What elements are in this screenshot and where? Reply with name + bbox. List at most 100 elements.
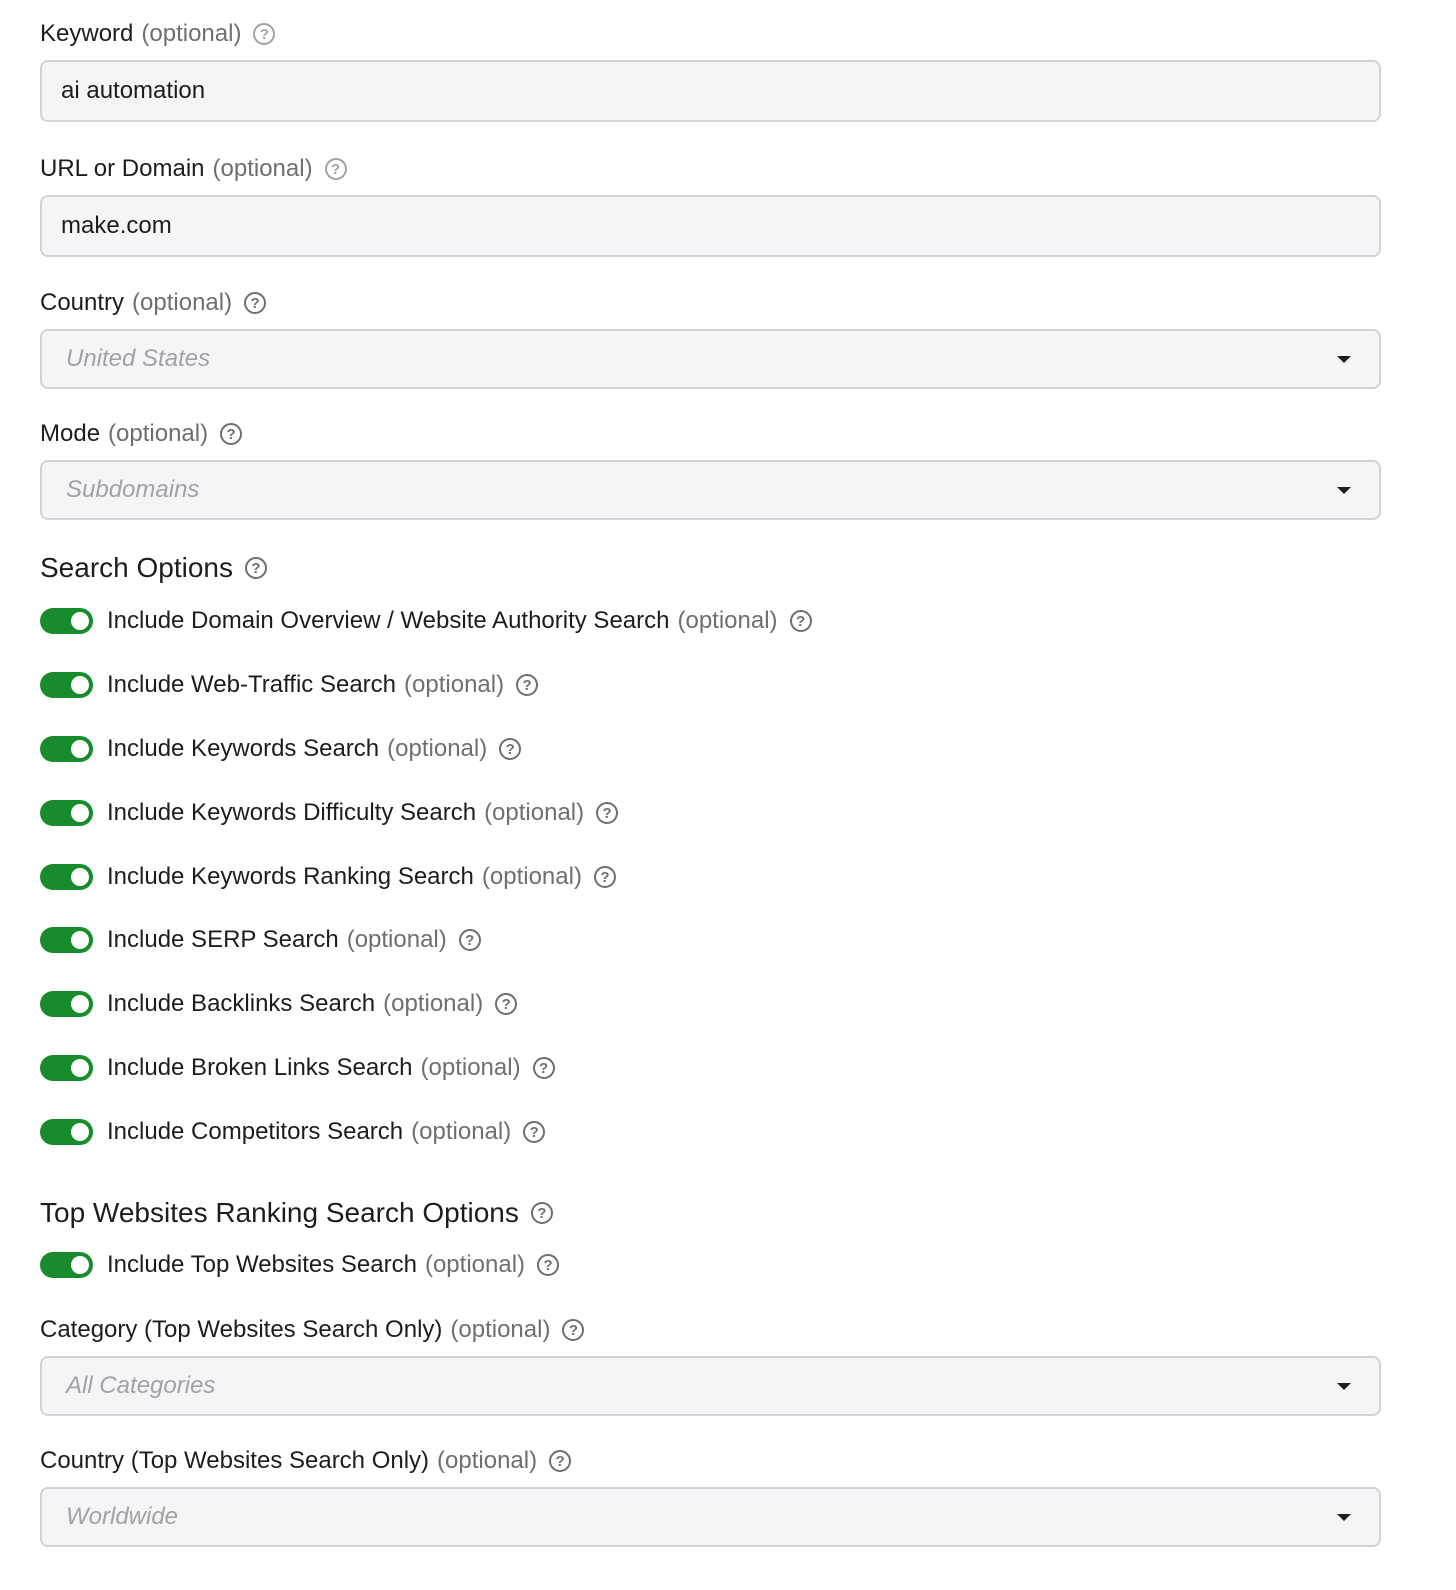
toggle-optional-text: (optional) [484,799,585,826]
toggle-row-backlinks: Include Backlinks Search (optional) ? [40,984,518,1024]
help-icon[interactable]: ? [523,1121,546,1143]
toggle-switch[interactable] [40,672,93,698]
top-websites-title-text: Top Websites Ranking Search Options [40,1197,519,1228]
search-options-help-icon[interactable]: ? [245,557,267,579]
toggle-switch[interactable] [40,927,93,953]
top-country-select-placeholder: Worldwide [66,1503,179,1530]
toggle-knob [71,1256,89,1274]
toggle-optional-text: (optional) [387,735,488,762]
toggle-knob [71,868,89,886]
category-help-icon[interactable]: ? [562,1319,585,1341]
toggle-optional-text: (optional) [411,1118,512,1145]
keyword-label: Keyword (optional) ? [40,19,276,49]
toggle-optional-text: (optional) [420,1054,521,1081]
help-icon[interactable]: ? [789,610,812,632]
top-websites-title: Top Websites Ranking Search Options ? [40,1196,553,1230]
help-icon[interactable]: ? [516,674,539,696]
toggle-optional-text: (optional) [383,990,484,1017]
keyword-optional-text: (optional) [141,20,242,47]
toggle-switch[interactable] [40,1252,93,1278]
toggle-row-competitors: Include Competitors Search (optional) ? [40,1112,546,1152]
top-country-select[interactable]: Worldwide [40,1487,1381,1547]
url-help-icon[interactable]: ? [324,158,347,180]
toggle-optional-text: (optional) [677,607,778,634]
toggle-row-domain-overview: Include Domain Overview / Website Author… [40,601,812,641]
url-input-value: make.com [61,212,172,239]
toggle-label: Include Backlinks Search [107,990,376,1017]
toggle-label: Include Keywords Difficulty Search [107,799,477,826]
toggle-optional-text: (optional) [346,926,447,953]
toggle-label: Include Keywords Search [107,735,380,762]
help-icon[interactable]: ? [537,1254,560,1276]
search-options-title-text: Search Options [40,552,233,583]
toggle-knob [71,804,89,822]
toggle-knob [71,676,89,694]
url-label: URL or Domain (optional) ? [40,154,347,184]
search-options-title: Search Options ? [40,551,267,585]
top-country-label: Country (Top Websites Search Only) (opti… [40,1446,572,1476]
toggle-row-serp: Include SERP Search (optional) ? [40,920,481,960]
toggle-switch[interactable] [40,608,93,634]
help-icon[interactable]: ? [495,993,518,1015]
top-country-optional-text: (optional) [437,1447,538,1474]
category-label-text: Category (Top Websites Search Only) [40,1316,443,1343]
mode-optional-text: (optional) [108,420,209,447]
toggle-switch[interactable] [40,736,93,762]
country-select[interactable]: United States [40,329,1381,389]
toggle-row-keywords: Include Keywords Search (optional) ? [40,729,522,769]
toggle-row-keywords-ranking: Include Keywords Ranking Search (optiona… [40,857,616,897]
toggle-row-keywords-difficulty: Include Keywords Difficulty Search (opti… [40,793,619,833]
country-label: Country (optional) ? [40,288,267,318]
toggle-label: Include SERP Search [107,926,339,953]
toggle-label: Include Competitors Search [107,1118,404,1145]
toggle-label: Include Keywords Ranking Search [107,863,474,890]
toggle-knob [71,740,89,758]
chevron-down-icon [1337,1383,1351,1390]
toggle-switch[interactable] [40,864,93,890]
toggle-knob [71,931,89,949]
url-input[interactable]: make.com [40,195,1381,257]
toggle-label: Include Domain Overview / Website Author… [107,607,670,634]
help-icon[interactable]: ? [593,866,616,888]
keyword-input-value: ai automation [61,77,206,104]
mode-select[interactable]: Subdomains [40,460,1381,520]
toggle-row-broken-links: Include Broken Links Search (optional) ? [40,1048,555,1088]
country-label-text: Country [40,289,125,316]
top-country-help-icon[interactable]: ? [549,1450,572,1472]
help-icon[interactable]: ? [596,802,619,824]
toggle-switch[interactable] [40,1055,93,1081]
help-icon[interactable]: ? [499,738,522,760]
category-optional-text: (optional) [450,1316,551,1343]
toggle-knob [71,612,89,630]
mode-select-placeholder: Subdomains [66,476,200,503]
mode-label-text: Mode [40,420,101,447]
toggle-optional-text: (optional) [404,671,505,698]
keyword-label-text: Keyword [40,20,134,47]
chevron-down-icon [1337,487,1351,494]
mode-help-icon[interactable]: ? [220,423,243,445]
chevron-down-icon [1337,1514,1351,1521]
toggle-switch[interactable] [40,1119,93,1145]
toggle-optional-text: (optional) [481,863,582,890]
top-country-label-text: Country (Top Websites Search Only) [40,1447,430,1474]
toggle-label: Include Broken Links Search [107,1054,413,1081]
country-select-placeholder: United States [66,345,211,372]
toggle-switch[interactable] [40,800,93,826]
top-websites-help-icon[interactable]: ? [530,1202,553,1224]
category-label: Category (Top Websites Search Only) (opt… [40,1315,585,1345]
toggle-switch[interactable] [40,991,93,1017]
url-optional-text: (optional) [212,155,313,182]
toggle-knob [71,1123,89,1141]
url-label-text: URL or Domain [40,155,205,182]
category-select[interactable]: All Categories [40,1356,1381,1416]
help-icon[interactable]: ? [458,929,481,951]
keyword-help-icon[interactable]: ? [253,23,276,45]
mode-label: Mode (optional) ? [40,419,243,449]
help-icon[interactable]: ? [532,1057,555,1079]
toggle-row-top-websites: Include Top Websites Search (optional) ? [40,1245,560,1285]
toggle-label: Include Web-Traffic Search [107,671,397,698]
toggle-row-web-traffic: Include Web-Traffic Search (optional) ? [40,665,539,705]
keyword-input[interactable]: ai automation [40,60,1381,122]
category-select-placeholder: All Categories [66,1372,216,1399]
country-help-icon[interactable]: ? [244,292,267,314]
